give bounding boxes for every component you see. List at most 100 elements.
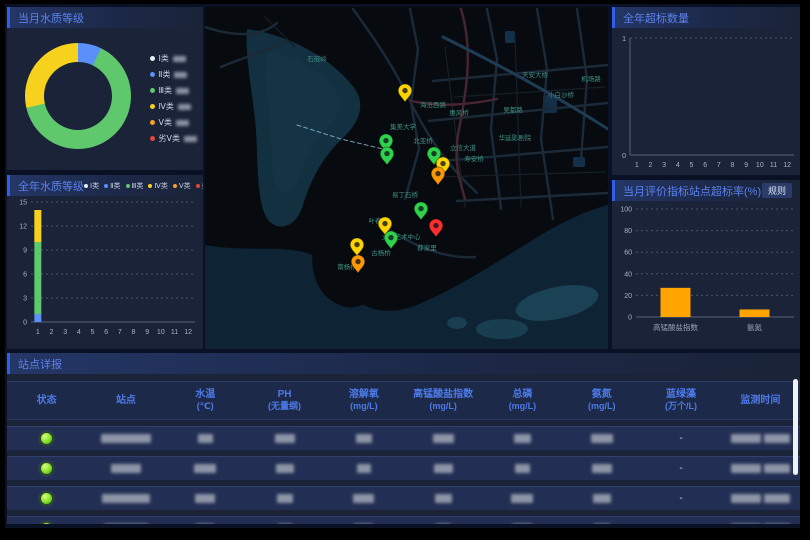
annual-exceed-chart[interactable]: 10123456789101112 [612, 28, 800, 175]
column-header: 溶解氧(mg/L) [324, 388, 403, 413]
stacked-bar-segment[interactable] [34, 210, 41, 242]
legend-value-redacted [184, 136, 197, 142]
stacked-bar-segment[interactable] [34, 242, 41, 314]
column-header: PH(无量纲) [245, 388, 324, 413]
redacted-text [195, 494, 215, 503]
legend-item[interactable]: Ⅴ类 [150, 117, 197, 128]
svg-text:100: 100 [620, 207, 632, 214]
panel-title: 当月水质等级 [18, 10, 84, 26]
legend-value-redacted [178, 104, 191, 110]
svg-text:11: 11 [171, 329, 178, 336]
table-cell [7, 463, 86, 474]
redacted-text [731, 434, 761, 443]
table-cell: - [641, 493, 720, 504]
legend-dot [150, 104, 155, 109]
legend-item[interactable]: Ⅰ类 [150, 53, 197, 64]
redacted-text [764, 464, 790, 473]
rule-button[interactable]: 规则 [762, 183, 792, 198]
stacked-bar-segment[interactable] [34, 314, 41, 322]
redacted-text [731, 494, 761, 503]
legend-dot [148, 184, 152, 188]
column-unit: (℃) [166, 401, 245, 413]
legend-label: Ⅳ类 [159, 101, 174, 112]
column-name: 水温 [166, 388, 245, 401]
svg-text:8: 8 [132, 329, 136, 336]
table-cell [324, 494, 403, 503]
table-row[interactable]: - [7, 456, 800, 480]
column-name: 高锰酸盐指数 [404, 388, 483, 401]
redacted-text [198, 434, 213, 443]
table-cell [166, 464, 245, 473]
svg-text:12: 12 [783, 162, 791, 169]
svg-text:12: 12 [184, 329, 192, 336]
legend-item[interactable]: Ⅳ类 [150, 101, 197, 112]
svg-text:0: 0 [23, 320, 27, 327]
legend-item[interactable]: Ⅰ类 [84, 181, 99, 191]
svg-text:高锰酸盐指数: 高锰酸盐指数 [653, 322, 698, 332]
panel-month-quality: 当月水质等级 Ⅰ类 Ⅱ类 Ⅲ类 Ⅳ类 Ⅴ类劣Ⅴ类 [7, 7, 203, 170]
table-scrollbar-thumb[interactable] [793, 379, 798, 475]
water-quality-dashboard: 当月水质等级 Ⅰ类Ⅱ类Ⅲ类Ⅳ类Ⅴ类劣Ⅴ类 全年水质等级 Ⅰ类Ⅱ类Ⅲ类Ⅳ类Ⅴ类劣Ⅴ… [0, 0, 810, 540]
legend-dot [150, 120, 155, 125]
legend-item[interactable]: 劣Ⅴ类 [196, 181, 203, 191]
svg-text:8: 8 [731, 162, 735, 169]
map-place-label: 吴都路 [503, 105, 523, 114]
panel-month-rate: 当月评价指标站点超标率(%) 规则 020406080100高锰酸盐指数氨氮 [612, 180, 800, 349]
legend-item[interactable]: Ⅲ类 [150, 85, 197, 96]
redacted-text [353, 494, 374, 503]
legend-dot [84, 184, 88, 188]
legend-item[interactable]: Ⅱ类 [104, 181, 120, 191]
rate-bar[interactable] [740, 309, 770, 317]
table-cell [245, 464, 324, 473]
redacted-text [433, 434, 454, 443]
table-cell [721, 494, 800, 503]
legend-item[interactable]: Ⅱ类 [150, 69, 197, 80]
redacted-text [764, 494, 790, 503]
rate-bar[interactable] [661, 288, 691, 317]
column-unit: (万个/L) [641, 401, 720, 413]
table-cell [166, 494, 245, 503]
donut-chart[interactable] [25, 43, 131, 149]
legend-dot [173, 184, 177, 188]
svg-text:3: 3 [23, 296, 27, 303]
legend-label: 劣Ⅴ类 [202, 181, 203, 191]
column-unit: (mg/L) [404, 401, 483, 413]
legend-item[interactable]: Ⅳ类 [148, 181, 167, 191]
redacted-text [435, 494, 452, 503]
legend-label: Ⅲ类 [159, 85, 173, 96]
city-map[interactable]: 石鼓岭海沧西路集美大学北亚桥立信大道寿安桥吴都路天安大桥机场路惠风桥华延影剧院小… [205, 7, 608, 349]
month-rate-chart[interactable]: 020406080100高锰酸盐指数氨氮 [612, 201, 800, 349]
svg-text:20: 20 [624, 293, 632, 300]
map-panel: 石鼓岭海沧西路集美大学北亚桥立信大道寿安桥吴都路天安大桥机场路惠风桥华延影剧院小… [205, 7, 608, 349]
map-place-label: 易丁石桥 [392, 190, 419, 199]
redacted-text [515, 464, 530, 473]
column-name: 溶解氧 [324, 388, 403, 401]
table-cell: - [641, 523, 720, 524]
table-row[interactable]: - [7, 516, 800, 524]
column-name: 总磷 [483, 388, 562, 401]
svg-text:0: 0 [628, 315, 632, 322]
panel-annual-quality: 全年水质等级 Ⅰ类Ⅱ类Ⅲ类Ⅳ类Ⅴ类劣Ⅴ类 0369121512345678910… [7, 175, 203, 349]
svg-text:4: 4 [77, 329, 81, 336]
legend-item[interactable]: 劣Ⅴ类 [150, 133, 197, 144]
svg-text:15: 15 [19, 200, 27, 207]
panel-station-table: 站点详报 状态站点水温(℃)PH(无量纲)溶解氧(mg/L)高锰酸盐指数(mg/… [7, 353, 800, 524]
panel-title: 全年水质等级 [18, 178, 84, 194]
svg-text:80: 80 [624, 228, 632, 235]
svg-text:5: 5 [91, 329, 95, 336]
svg-text:12: 12 [19, 224, 27, 231]
chart-legend: Ⅰ类 Ⅱ类 Ⅲ类 Ⅳ类 Ⅴ类 劣Ⅴ类 [84, 181, 203, 191]
table-row[interactable]: - [7, 486, 800, 510]
annual-quality-chart[interactable]: 03691215123456789101112 [7, 196, 203, 346]
legend-item[interactable]: Ⅴ类 [173, 181, 191, 191]
legend-item[interactable]: Ⅲ类 [126, 181, 144, 191]
svg-text:10: 10 [157, 329, 165, 336]
status-dot-normal [41, 523, 52, 524]
redacted-text [194, 464, 216, 473]
table-row[interactable]: - [7, 426, 800, 450]
column-unit: (mg/L) [483, 401, 562, 413]
table-cell [721, 434, 800, 443]
legend-dot [150, 136, 155, 141]
redacted-text [101, 434, 151, 443]
column-header: 状态 [7, 394, 86, 407]
